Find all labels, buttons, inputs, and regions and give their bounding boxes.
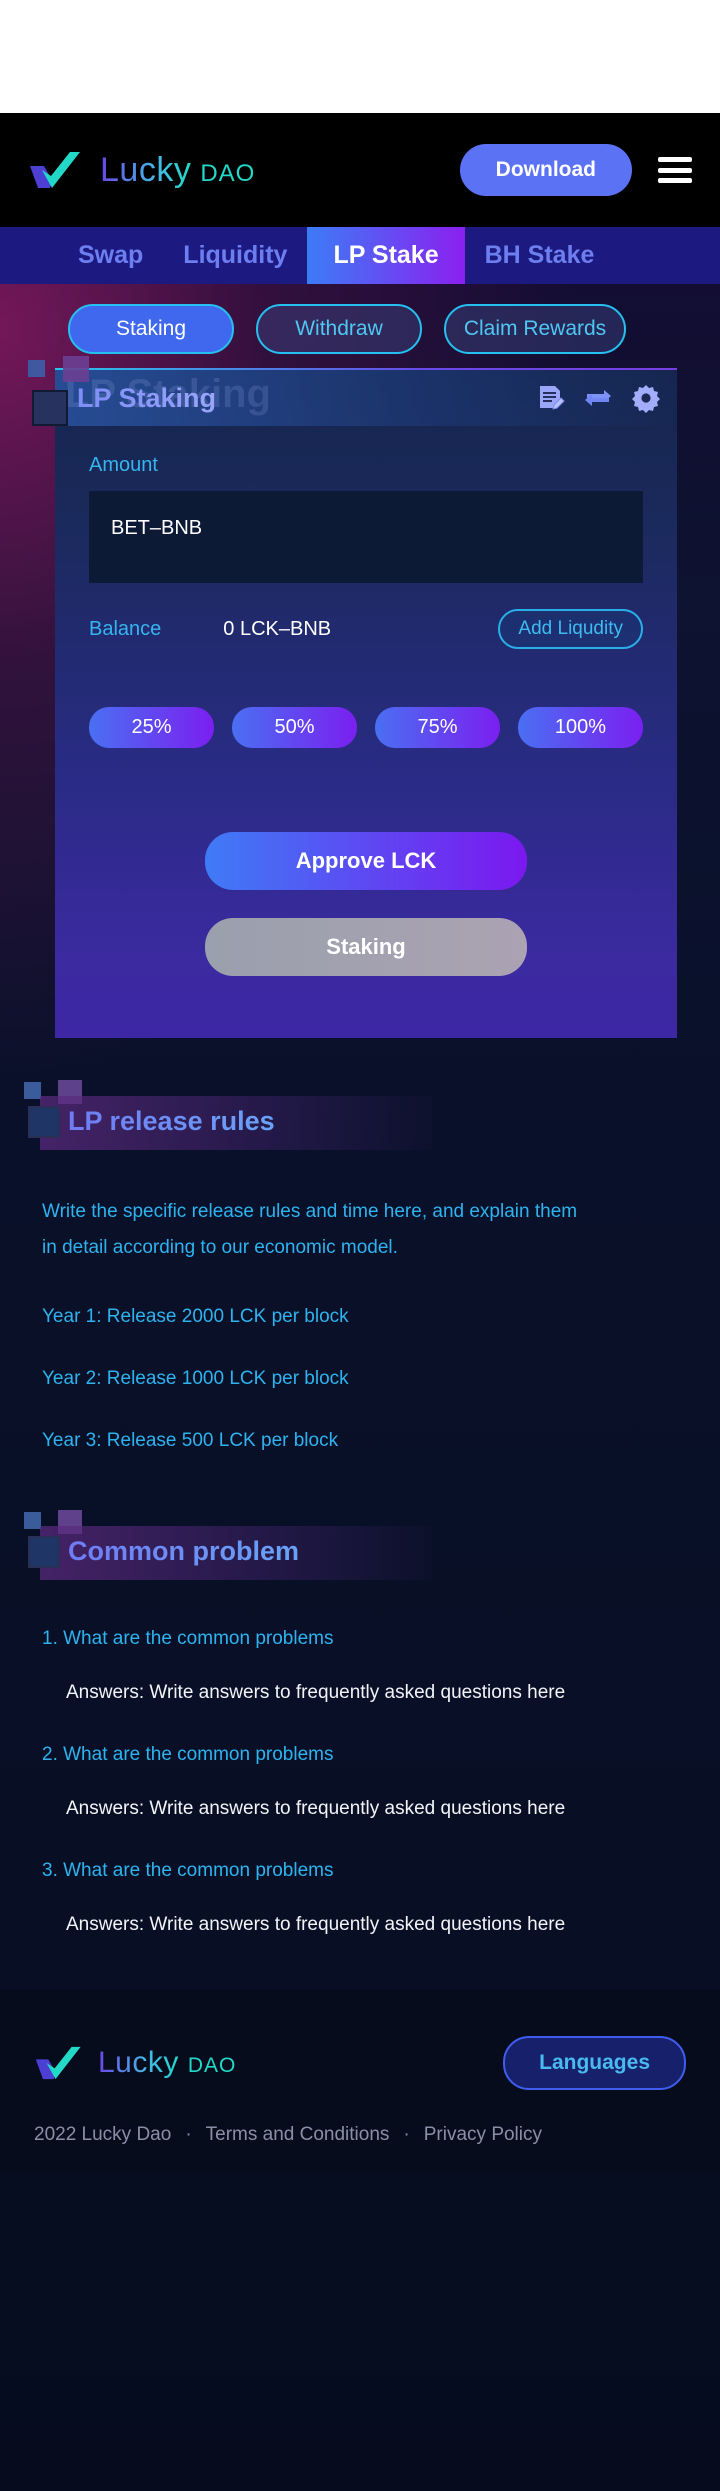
card-body: Amount BET–BNB Balance 0 LCK–BNB Add Liq… [55, 426, 677, 976]
tab-swap[interactable]: Swap [58, 227, 163, 284]
amount-label: Amount [89, 454, 158, 476]
decor-pixel-square [28, 1106, 60, 1138]
document-edit-icon[interactable] [535, 383, 565, 413]
footer-brand-dao-text: DAO [187, 2054, 237, 2077]
page-content: Staking Withdraw Claim Rewards LP Stakin… [0, 284, 720, 2491]
site-footer: Lucky DAO Languages 2022 Lucky Dao · Ter… [0, 1990, 720, 2172]
footer-top-row: Lucky DAO Languages [34, 2036, 686, 2090]
amount-input[interactable]: BET–BNB [89, 491, 643, 583]
swap-refresh-icon[interactable] [583, 383, 613, 413]
hamburger-menu-icon[interactable] [658, 157, 692, 183]
percent-quick-select: 25% 50% 75% 100% [89, 707, 643, 748]
stake-mode-selector: Staking Withdraw Claim Rewards [0, 284, 720, 354]
mode-staking-button[interactable]: Staking [68, 304, 234, 354]
faq-answer-3: Answers: Write answers to frequently ask… [66, 1914, 566, 1935]
faq-question-3[interactable]: 3. What are the common problems [0, 1860, 720, 1882]
percent-75-button[interactable]: 75% [375, 707, 500, 748]
brand-logo[interactable]: Lucky DAO [28, 150, 255, 190]
separator-dot: · [185, 2124, 192, 2145]
check-mark-logo-icon [28, 150, 86, 190]
balance-label: Balance [89, 617, 162, 640]
decor-pixel-square [24, 1512, 41, 1529]
tab-liquidity[interactable]: Liquidity [163, 227, 307, 284]
terms-link[interactable]: Terms and Conditions [206, 2124, 390, 2146]
lp-release-rules-heading: LP release rules [0, 1074, 720, 1150]
brand-dao-text: DAO [200, 159, 256, 187]
card-title: LP Staking [77, 382, 217, 413]
staking-submit-button: Staking [205, 918, 527, 976]
faq-question-2[interactable]: 2. What are the common problems [0, 1744, 720, 1766]
footer-brand-wordmark: Lucky DAO [98, 2046, 236, 2080]
languages-button[interactable]: Languages [503, 2036, 686, 2090]
privacy-link[interactable]: Privacy Policy [424, 2124, 542, 2146]
tab-bh-stake[interactable]: BH Stake [465, 227, 615, 284]
percent-50-button[interactable]: 50% [232, 707, 357, 748]
lp-release-paragraph: Write the specific release rules and tim… [42, 1201, 578, 1258]
brand-wordmark: Lucky DAO [100, 151, 255, 190]
footer-links: 2022 Lucky Dao · Terms and Conditions · … [34, 2124, 686, 2146]
decor-pixel-square [32, 390, 68, 426]
release-rule-year-3: Year 3: Release 500 LCK per block [42, 1430, 339, 1451]
copyright-text: 2022 Lucky Dao [34, 2124, 172, 2145]
hamburger-bar [658, 167, 692, 173]
hamburger-bar [658, 178, 692, 183]
common-problem-heading: Common problem [0, 1504, 720, 1580]
download-button[interactable]: Download [459, 144, 632, 196]
card-header: LP Staking LP Staking [55, 370, 677, 426]
balance-row: Balance 0 LCK–BNB Add Liqudity [89, 609, 643, 649]
hamburger-bar [658, 157, 692, 162]
footer-brand-logo[interactable]: Lucky DAO [34, 2045, 236, 2081]
decor-pixel-square [28, 1536, 60, 1568]
footer-brand-lucky-text: Lucky [98, 2046, 179, 2079]
browser-blank-area [0, 0, 720, 113]
brand-lucky-text: Lucky [100, 150, 192, 189]
decor-pixel-square [24, 1082, 41, 1099]
decor-pixel-square [63, 356, 89, 382]
amount-input-value: BET–BNB [111, 517, 203, 539]
release-rule-year-2: Year 2: Release 1000 LCK per block [42, 1368, 349, 1389]
balance-value: 0 LCK–BNB [223, 617, 332, 640]
site-header: Lucky DAO Download [0, 113, 720, 227]
faq-answer-1: Answers: Write answers to frequently ask… [66, 1682, 566, 1703]
mode-withdraw-button[interactable]: Withdraw [256, 304, 422, 354]
faq-question-1[interactable]: 1. What are the common problems [0, 1628, 720, 1650]
common-problem-title: Common problem [68, 1536, 300, 1566]
release-rule-year-1: Year 1: Release 2000 LCK per block [42, 1306, 349, 1327]
decor-pixel-square [28, 360, 45, 377]
header-actions: Download [459, 144, 692, 196]
percent-25-button[interactable]: 25% [89, 707, 214, 748]
lp-staking-card-wrap: LP Staking LP Staking [0, 356, 720, 1038]
gear-settings-icon[interactable] [631, 383, 661, 413]
add-liquidity-button[interactable]: Add Liqudity [498, 609, 643, 649]
main-nav-tabs: Swap Liquidity LP Stake BH Stake [0, 227, 720, 284]
lp-staking-card: LP Staking LP Staking [55, 368, 677, 1038]
card-header-icons [535, 383, 661, 413]
mode-claim-rewards-button[interactable]: Claim Rewards [444, 304, 626, 354]
separator-dot: · [403, 2124, 410, 2145]
approve-lck-button[interactable]: Approve LCK [205, 832, 527, 890]
percent-100-button[interactable]: 100% [518, 707, 643, 748]
check-mark-logo-icon [34, 2045, 86, 2081]
lp-release-rules-title: LP release rules [68, 1106, 275, 1136]
faq-answer-2: Answers: Write answers to frequently ask… [66, 1798, 566, 1819]
tab-lp-stake[interactable]: LP Stake [307, 227, 465, 284]
